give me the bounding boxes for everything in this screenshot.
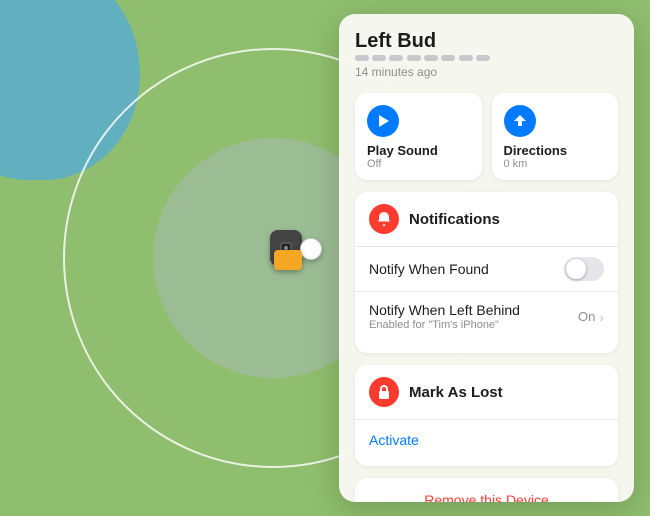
- directions-icon-circle: [504, 105, 536, 137]
- remove-device-card[interactable]: Remove this Device: [355, 478, 618, 502]
- dot-2: [372, 55, 386, 61]
- lost-header: Mark As Lost: [369, 377, 604, 407]
- activate-link[interactable]: Activate: [369, 430, 604, 454]
- dot-5: [424, 55, 438, 61]
- dot-1: [355, 55, 369, 61]
- play-sound-icon-circle: [367, 105, 399, 137]
- card-device-icon: [274, 250, 302, 270]
- notifications-card: Notifications Notify When Found Notify W…: [355, 192, 618, 353]
- panel-title: Left Bud: [355, 30, 618, 53]
- notifications-header: Notifications: [369, 204, 604, 234]
- notify-left-right: On ›: [578, 309, 604, 325]
- mark-as-lost-card: Mark As Lost Activate: [355, 365, 618, 466]
- play-sound-status: Off: [367, 158, 470, 170]
- directions-icon: [512, 113, 528, 129]
- dot-3: [389, 55, 403, 61]
- play-sound-button[interactable]: Play Sound Off: [355, 93, 482, 180]
- directions-distance: 0 km: [504, 158, 607, 170]
- lost-icon-circle: [369, 377, 399, 407]
- small-device-icon: [300, 238, 322, 260]
- notify-found-toggle[interactable]: [564, 257, 604, 281]
- dot-7: [459, 55, 473, 61]
- play-icon: [375, 113, 391, 129]
- device-panel: Left Bud 14 minutes ago: [339, 14, 634, 502]
- dot-4: [407, 55, 421, 61]
- lost-title: Mark As Lost: [409, 384, 503, 401]
- chevron-right-icon: ›: [599, 309, 604, 325]
- directions-button[interactable]: Directions 0 km: [492, 93, 619, 180]
- notify-found-row[interactable]: Notify When Found: [369, 247, 604, 291]
- notify-found-label: Notify When Found: [369, 261, 489, 277]
- notifications-title: Notifications: [409, 211, 500, 228]
- notify-found-label-wrap: Notify When Found: [369, 261, 489, 277]
- dot-6: [441, 55, 455, 61]
- notify-left-value: On: [578, 309, 595, 324]
- play-sound-label: Play Sound: [367, 143, 470, 158]
- action-row: Play Sound Off Directions 0 km: [355, 93, 618, 180]
- bell-icon: [376, 211, 392, 227]
- notify-left-label: Notify When Left Behind: [369, 302, 520, 318]
- device-id-dots: [355, 55, 618, 61]
- notify-left-row[interactable]: Notify When Left Behind Enabled for "Tim…: [369, 292, 604, 341]
- lock-icon: [376, 384, 392, 400]
- last-seen-time: 14 minutes ago: [355, 65, 618, 79]
- remove-label: Remove this Device: [424, 492, 549, 502]
- directions-label: Directions: [504, 143, 607, 158]
- toggle-thumb: [566, 259, 586, 279]
- notify-left-label-wrap: Notify When Left Behind Enabled for "Tim…: [369, 302, 520, 331]
- notifications-icon-circle: [369, 204, 399, 234]
- notify-left-sublabel: Enabled for "Tim's iPhone": [369, 319, 520, 331]
- dot-8: [476, 55, 490, 61]
